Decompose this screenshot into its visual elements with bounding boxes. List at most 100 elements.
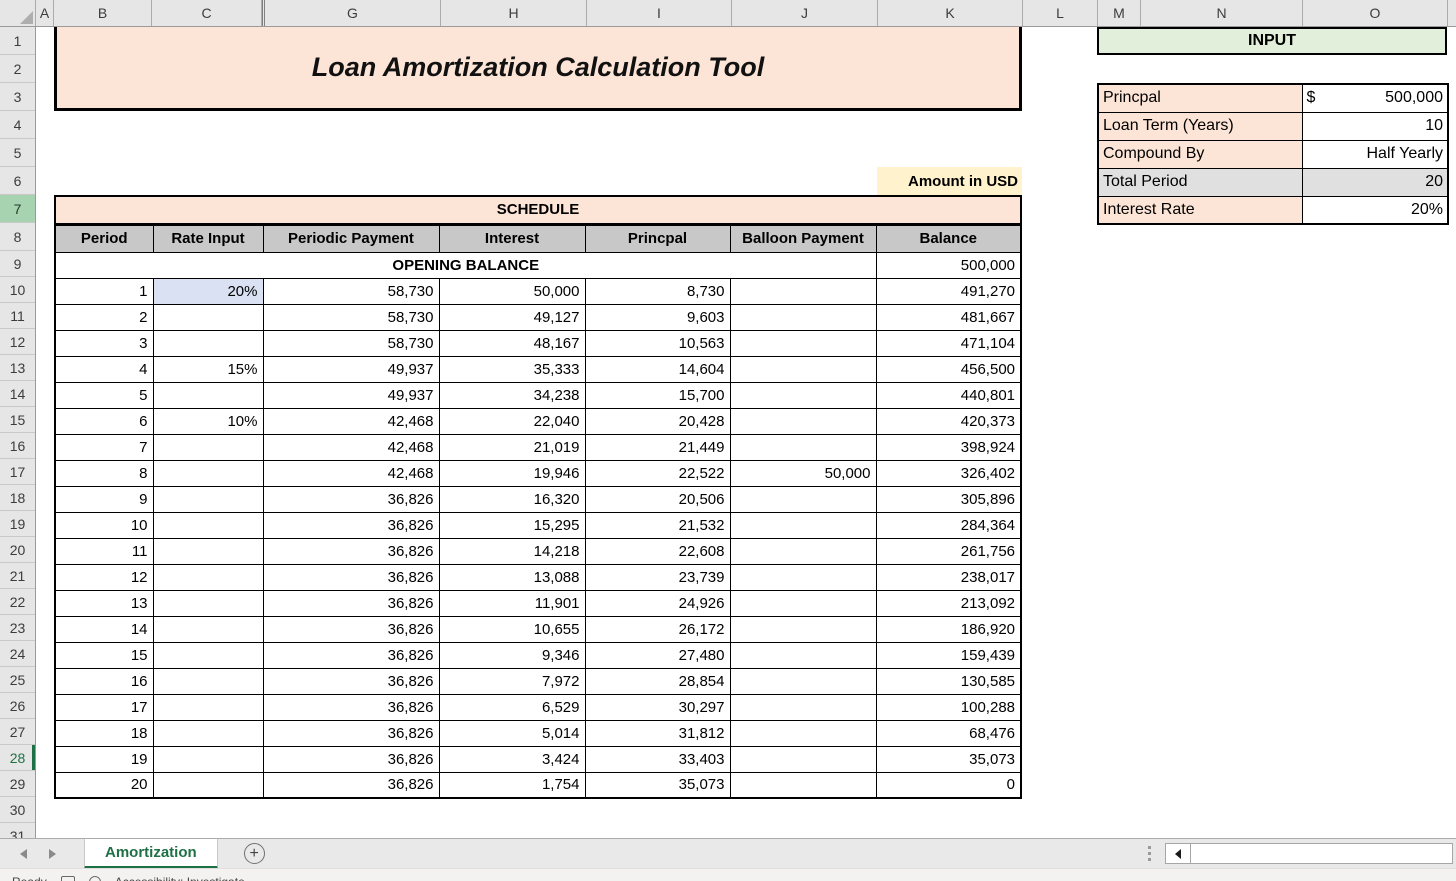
cell-period[interactable]: 7 <box>55 434 153 460</box>
cell-principal[interactable]: 10,563 <box>585 330 730 356</box>
cell-balloon-payment[interactable] <box>730 538 876 564</box>
input-value-cell[interactable]: Half Yearly <box>1302 140 1448 168</box>
cell-principal[interactable]: 8,730 <box>585 278 730 304</box>
row-header[interactable]: 2 <box>0 55 35 83</box>
cell-interest[interactable]: 6,529 <box>439 694 585 720</box>
column-header-K[interactable]: K <box>878 0 1023 26</box>
row-header[interactable]: 8 <box>0 223 35 251</box>
cell-periodic-payment[interactable]: 58,730 <box>263 330 439 356</box>
column-header-M[interactable]: M <box>1098 0 1141 26</box>
cell-principal[interactable]: 20,506 <box>585 486 730 512</box>
cell-rate-input[interactable] <box>153 772 263 798</box>
row-header[interactable]: 17 <box>0 459 35 485</box>
cell-period[interactable]: 16 <box>55 668 153 694</box>
cell-principal[interactable]: 28,854 <box>585 668 730 694</box>
cell-rate-input[interactable] <box>153 330 263 356</box>
cell-interest[interactable]: 5,014 <box>439 720 585 746</box>
cell-principal[interactable]: 21,449 <box>585 434 730 460</box>
cell-principal[interactable]: 15,700 <box>585 382 730 408</box>
cell-interest[interactable]: 22,040 <box>439 408 585 434</box>
cell-period[interactable]: 19 <box>55 746 153 772</box>
cell-rate-input[interactable] <box>153 642 263 668</box>
cell-period[interactable]: 20 <box>55 772 153 798</box>
cell-rate-input[interactable] <box>153 382 263 408</box>
cell-balance[interactable]: 491,270 <box>876 278 1021 304</box>
horizontal-scrollbar-thumb[interactable] <box>1191 844 1452 863</box>
cell-principal[interactable]: 30,297 <box>585 694 730 720</box>
cell-balance[interactable]: 159,439 <box>876 642 1021 668</box>
row-header[interactable]: 28 <box>0 745 35 771</box>
cell-balloon-payment[interactable] <box>730 304 876 330</box>
row-header[interactable]: 31 <box>0 823 35 838</box>
schedule-title[interactable]: SCHEDULE <box>55 196 1021 224</box>
cell-balance[interactable]: 456,500 <box>876 356 1021 382</box>
cell-period[interactable]: 6 <box>55 408 153 434</box>
input-label-cell[interactable]: Princpal <box>1098 84 1302 112</box>
row-header[interactable]: 20 <box>0 537 35 563</box>
cell-rate-input[interactable]: 20% <box>153 278 263 304</box>
cell-balloon-payment[interactable] <box>730 772 876 798</box>
row-header[interactable]: 21 <box>0 563 35 589</box>
cell-periodic-payment[interactable]: 42,468 <box>263 408 439 434</box>
cell-balance[interactable]: 261,756 <box>876 538 1021 564</box>
column-header-A[interactable]: A <box>36 0 54 26</box>
cell-periodic-payment[interactable]: 36,826 <box>263 720 439 746</box>
cell-interest[interactable]: 3,424 <box>439 746 585 772</box>
cell-rate-input[interactable] <box>153 746 263 772</box>
cell-balloon-payment[interactable] <box>730 512 876 538</box>
cell-principal[interactable]: 22,608 <box>585 538 730 564</box>
row-header[interactable]: 13 <box>0 355 35 381</box>
cell-balloon-payment[interactable] <box>730 720 876 746</box>
input-value-cell[interactable]: 20% <box>1302 196 1448 224</box>
row-header[interactable]: 6 <box>0 167 35 195</box>
cell-balance[interactable]: 398,924 <box>876 434 1021 460</box>
cell-rate-input[interactable]: 10% <box>153 408 263 434</box>
header-balloon-payment[interactable]: Balloon Payment <box>730 224 876 252</box>
cell-interest[interactable]: 19,946 <box>439 460 585 486</box>
cell-interest[interactable]: 1,754 <box>439 772 585 798</box>
cell-interest[interactable]: 15,295 <box>439 512 585 538</box>
column-header-N[interactable]: N <box>1141 0 1303 26</box>
cell-balance[interactable]: 326,402 <box>876 460 1021 486</box>
cell-balloon-payment[interactable] <box>730 434 876 460</box>
cell-period[interactable]: 13 <box>55 590 153 616</box>
cell-periodic-payment[interactable]: 36,826 <box>263 642 439 668</box>
header-period[interactable]: Period <box>55 224 153 252</box>
cell-periodic-payment[interactable]: 36,826 <box>263 564 439 590</box>
column-header-G[interactable]: G <box>265 0 441 26</box>
cell-period[interactable]: 11 <box>55 538 153 564</box>
cell-principal[interactable]: 14,604 <box>585 356 730 382</box>
sheet-canvas[interactable]: Loan Amortization Calculation Tool INPUT… <box>36 27 1456 838</box>
row-header[interactable]: 18 <box>0 485 35 511</box>
header-principal[interactable]: Princpal <box>585 224 730 252</box>
input-value-cell[interactable]: 10 <box>1302 112 1448 140</box>
row-header[interactable]: 11 <box>0 303 35 329</box>
cell-balance[interactable]: 213,092 <box>876 590 1021 616</box>
row-header[interactable]: 24 <box>0 641 35 667</box>
row-header[interactable]: 5 <box>0 139 35 167</box>
cell-period[interactable]: 1 <box>55 278 153 304</box>
cell-balance[interactable]: 471,104 <box>876 330 1021 356</box>
cell-balance[interactable]: 238,017 <box>876 564 1021 590</box>
cell-interest[interactable]: 11,901 <box>439 590 585 616</box>
cell-principal[interactable]: 24,926 <box>585 590 730 616</box>
input-label-cell[interactable]: Interest Rate <box>1098 196 1302 224</box>
cell-balloon-payment[interactable] <box>730 668 876 694</box>
new-sheet-button[interactable]: + <box>244 843 265 864</box>
cell-balloon-payment[interactable] <box>730 278 876 304</box>
cell-rate-input[interactable] <box>153 720 263 746</box>
cell-interest[interactable]: 34,238 <box>439 382 585 408</box>
row-header[interactable]: 27 <box>0 719 35 745</box>
cell-balance[interactable]: 305,896 <box>876 486 1021 512</box>
row-header[interactable]: 23 <box>0 615 35 641</box>
cell-balloon-payment[interactable] <box>730 590 876 616</box>
cell-interest[interactable]: 9,346 <box>439 642 585 668</box>
input-label-cell[interactable]: Compound By <box>1098 140 1302 168</box>
cell-balloon-payment[interactable] <box>730 746 876 772</box>
cell-rate-input[interactable] <box>153 486 263 512</box>
cell-periodic-payment[interactable]: 42,468 <box>263 434 439 460</box>
row-header[interactable]: 12 <box>0 329 35 355</box>
cell-principal[interactable]: 31,812 <box>585 720 730 746</box>
sheet-tab-amortization[interactable]: Amortization <box>84 839 218 869</box>
cell-balloon-payment[interactable] <box>730 486 876 512</box>
